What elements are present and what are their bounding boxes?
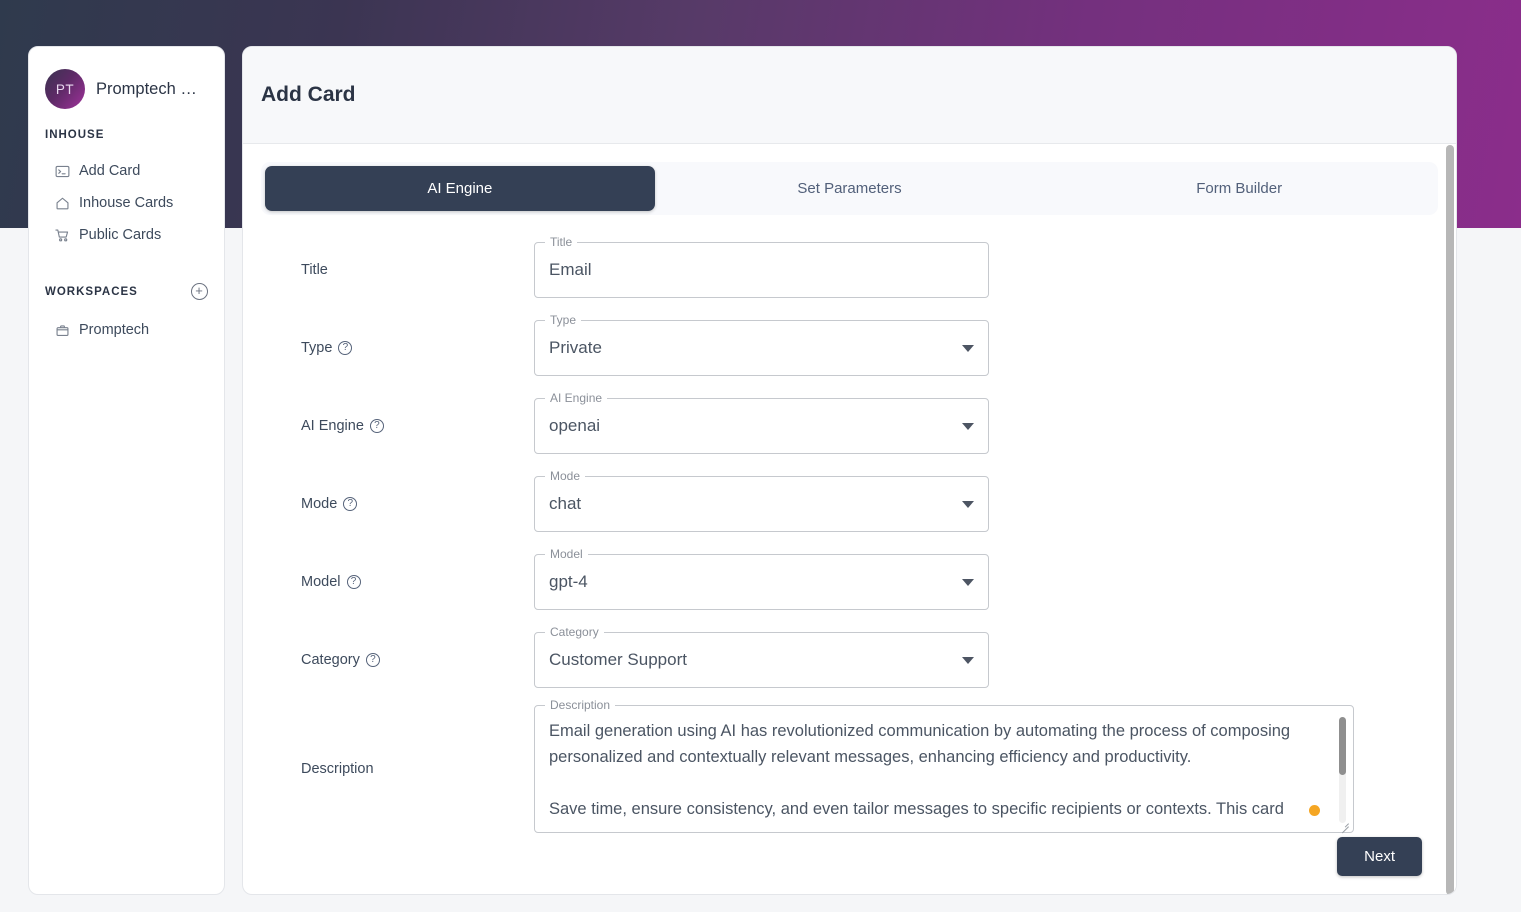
description-scroll-area: Email generation using AI has revolution… — [535, 706, 1353, 832]
help-icon-type[interactable]: ? — [338, 341, 353, 355]
nav-list-workspaces: Promptech — [29, 314, 224, 346]
chevron-down-icon-category[interactable] — [962, 656, 974, 664]
description-scrollbar[interactable] — [1339, 717, 1346, 823]
form-label-ai-engine: AI Engine ? — [261, 418, 534, 434]
chevron-down-icon-ai-engine[interactable] — [962, 422, 974, 430]
title-input-legend: Title — [545, 235, 578, 249]
category-select-value: Customer Support — [549, 650, 687, 669]
chevron-down-icon-model[interactable] — [962, 578, 974, 586]
section-label-workspaces: WORKSPACES + — [29, 283, 224, 300]
model-select[interactable]: Model gpt-4 — [534, 547, 989, 610]
form-row-description: Description Description Email generation… — [261, 698, 1438, 839]
description-text: Email generation using AI has revolution… — [549, 718, 1323, 822]
model-select-legend: Model — [545, 547, 588, 561]
form-row-model: Model ? Model gpt-4 — [261, 543, 1438, 621]
home-icon — [55, 196, 70, 211]
resize-handle-icon[interactable] — [1339, 819, 1349, 834]
sidebar-item-inhouse-cards[interactable]: Inhouse Cards — [29, 187, 224, 219]
main-panel: Add Card AI Engine Set Parameters Form B… — [242, 46, 1457, 895]
form-row-type: Type ? Type Private — [261, 309, 1438, 387]
chevron-down-icon-mode[interactable] — [962, 500, 974, 508]
form-label-description-text: Description — [301, 761, 374, 777]
form-label-title-text: Title — [301, 262, 328, 278]
panel-header: Add Card — [243, 47, 1456, 144]
terminal-icon — [55, 164, 70, 179]
sidebar-item-inhouse-cards-label: Inhouse Cards — [79, 195, 174, 211]
cart-icon — [55, 228, 70, 243]
form-row-ai-engine: AI Engine ? AI Engine openai — [261, 387, 1438, 465]
avatar: PT — [45, 69, 85, 109]
mode-select-value: chat — [549, 494, 582, 513]
description-paragraph-2: Save time, ensure consistency, and even … — [549, 800, 1284, 818]
form-label-category: Category ? — [261, 652, 534, 668]
mode-select-legend: Mode — [545, 469, 586, 483]
tab-ai-engine[interactable]: AI Engine — [265, 166, 655, 211]
section-label-workspaces-text: WORKSPACES — [45, 285, 138, 298]
page-title: Add Card — [261, 83, 356, 106]
sidebar-item-add-card[interactable]: Add Card — [29, 155, 224, 187]
workspace-header[interactable]: PT Promptech … — [29, 47, 224, 109]
form-label-category-text: Category — [301, 652, 360, 668]
next-button[interactable]: Next — [1337, 837, 1422, 876]
type-select[interactable]: Type Private — [534, 313, 989, 376]
title-input-value: Email — [549, 260, 592, 279]
form-label-type-text: Type — [301, 340, 333, 356]
tab-bar: AI Engine Set Parameters Form Builder — [261, 162, 1438, 215]
form-label-model-text: Model — [301, 574, 341, 590]
form-ai-engine: Title Title Email Type ? Type Private AI… — [261, 231, 1438, 839]
category-select-legend: Category — [545, 625, 604, 639]
type-select-legend: Type — [545, 313, 582, 327]
ai-engine-select-legend: AI Engine — [545, 391, 608, 405]
help-icon-mode[interactable]: ? — [343, 497, 358, 511]
description-scrollbar-thumb[interactable] — [1339, 717, 1346, 775]
panel-footer: Next — [261, 837, 1422, 876]
type-select-value: Private — [549, 338, 602, 357]
briefcase-icon — [55, 323, 70, 338]
nav-list-inhouse: Add Card Inhouse Cards Public Cards — [29, 155, 224, 251]
form-row-title: Title Title Email — [261, 231, 1438, 309]
ai-engine-select-value: openai — [549, 416, 601, 435]
description-paragraph-1: Email generation using AI has revolution… — [549, 722, 1291, 766]
sidebar-item-promptech[interactable]: Promptech — [29, 314, 224, 346]
mode-select[interactable]: Mode chat — [534, 469, 989, 532]
form-row-category: Category ? Category Customer Support — [261, 621, 1438, 699]
tab-set-parameters-label: Set Parameters — [797, 180, 902, 197]
panel-scrollbar-thumb[interactable] — [1446, 145, 1454, 894]
form-label-type: Type ? — [261, 340, 534, 356]
tab-form-builder[interactable]: Form Builder — [1044, 166, 1434, 211]
model-select-value: gpt-4 — [549, 572, 588, 591]
workspace-name: Promptech … — [96, 79, 197, 98]
form-label-title: Title — [261, 262, 534, 278]
form-label-mode: Mode ? — [261, 496, 534, 512]
sidebar: PT Promptech … INHOUSE Add Card Inhouse … — [28, 46, 225, 895]
description-textarea[interactable]: Description Email generation using AI ha… — [534, 698, 1354, 834]
ai-engine-select[interactable]: AI Engine openai — [534, 391, 989, 454]
chevron-down-icon-type[interactable] — [962, 344, 974, 352]
section-label-inhouse-text: INHOUSE — [45, 129, 105, 141]
form-label-model: Model ? — [261, 574, 534, 590]
sidebar-item-add-card-label: Add Card — [79, 163, 141, 179]
form-row-mode: Mode ? Mode chat — [261, 465, 1438, 543]
tab-form-builder-label: Form Builder — [1196, 180, 1283, 197]
form-label-ai-engine-text: AI Engine — [301, 418, 364, 434]
form-label-description: Description — [261, 761, 534, 777]
panel-body: AI Engine Set Parameters Form Builder Ti… — [243, 144, 1456, 894]
help-icon-category[interactable]: ? — [365, 653, 380, 667]
sidebar-item-promptech-label: Promptech — [79, 322, 150, 338]
category-select[interactable]: Category Customer Support — [534, 625, 989, 688]
sidebar-item-public-cards[interactable]: Public Cards — [29, 219, 224, 251]
form-label-mode-text: Mode — [301, 496, 338, 512]
tab-set-parameters[interactable]: Set Parameters — [655, 166, 1045, 211]
title-input[interactable]: Title Email — [534, 235, 989, 298]
plus-circle-icon[interactable]: + — [191, 283, 208, 300]
text-caret-indicator — [1309, 805, 1320, 816]
tab-ai-engine-label: AI Engine — [427, 180, 493, 197]
help-icon-model[interactable]: ? — [346, 575, 361, 589]
panel-scrollbar[interactable] — [1444, 145, 1456, 894]
help-icon-ai-engine[interactable]: ? — [369, 419, 384, 433]
section-label-inhouse: INHOUSE — [29, 129, 224, 141]
sidebar-item-public-cards-label: Public Cards — [79, 227, 162, 243]
